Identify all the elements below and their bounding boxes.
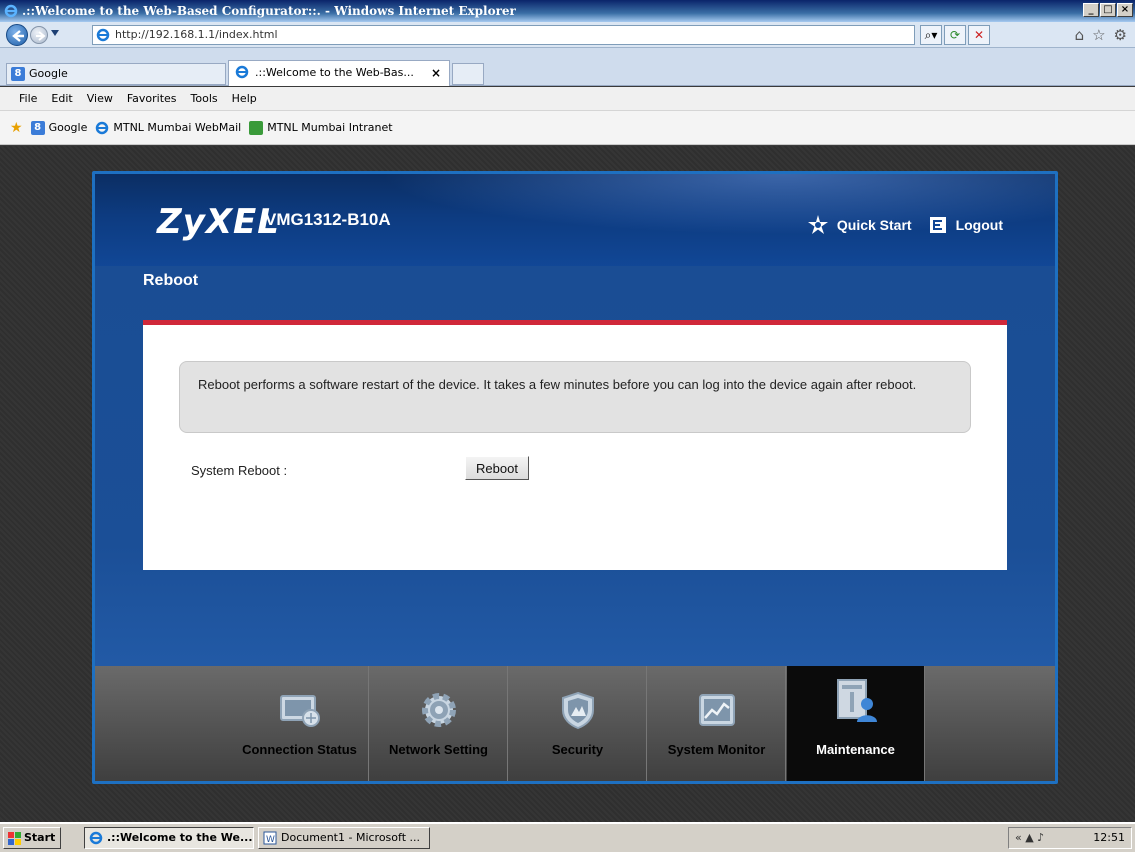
search-icon: ⌕▾ [924,27,938,42]
minimize-button[interactable]: _ [1083,3,1099,17]
page-title: Reboot [143,272,199,289]
dock-connection-status[interactable]: Connection Status [231,666,369,781]
window-title: .::Welcome to the Web-Based Configurator… [22,4,516,18]
back-button[interactable] [6,24,28,46]
ie-page-icon [96,121,109,134]
bottom-dock: Connection Status Network Setting Securi… [95,666,1055,781]
ie-page-icon [235,65,249,79]
dock-label: Maintenance [816,742,895,757]
tools-gear-icon[interactable]: ⚙ [1114,26,1127,44]
stop-icon: ✕ [973,28,985,42]
monitor-chart-icon [698,694,735,726]
forward-arrow-icon [36,31,46,41]
favorite-label: Google [48,121,88,134]
quick-start-icon [807,215,828,234]
logout-label: Logout [955,217,1003,233]
google-icon: 8 [30,120,45,135]
ie-logo-icon [4,4,18,18]
history-dropdown-icon[interactable] [51,30,59,36]
back-arrow-icon [12,30,24,42]
favorite-label: MTNL Mumbai WebMail [113,121,242,134]
tab-configurator[interactable]: .::Welcome to the Web-Bas... × [228,60,450,86]
add-favorite-icon[interactable]: ★ [10,120,23,136]
clock: 12:51 [1093,831,1125,844]
url-text: http://192.168.1.1/index.html [115,28,278,41]
tab-label: Google [29,67,68,80]
intranet-icon [249,120,264,135]
content-card: Reboot performs a software restart of th… [143,320,1007,570]
favorites-star-icon[interactable]: ☆ [1092,26,1105,44]
dock-label: System Monitor [667,742,766,757]
url-input[interactable]: http://192.168.1.1/index.html [92,25,915,45]
ie-page-icon [89,831,103,845]
gear-icon [421,693,456,727]
tab-google[interactable]: 8 Google [6,63,226,85]
new-tab-button[interactable] [452,63,484,85]
menu-favorites[interactable]: Favorites [120,92,184,105]
dock-label: Network Setting [389,742,488,757]
reboot-button[interactable]: Reboot [465,456,529,480]
quick-start-link[interactable]: Quick Start [807,214,912,236]
dock-label: Connection Status [242,742,357,757]
stop-button[interactable]: ✕ [968,25,990,45]
menu-tools[interactable]: Tools [184,92,225,105]
favorite-mtnl-intranet[interactable]: MTNL Mumbai Intranet [249,120,393,135]
window-titlebar: .::Welcome to the Web-Based Configurator… [0,0,1135,22]
google-icon: 8 [11,67,25,81]
dock-system-monitor[interactable]: System Monitor [648,666,786,781]
menu-file[interactable]: File [12,92,44,105]
dock-security[interactable]: Security [509,666,647,781]
taskbar-item-word[interactable]: W Document1 - Microsoft ... [258,827,430,849]
windows-flag-icon [8,832,21,845]
word-document-icon: W [263,831,277,845]
dock-network-setting[interactable]: Network Setting [370,666,508,781]
favorites-bar: ★ 8 Google MTNL Mumbai WebMail MTNL Mumb… [0,111,1135,145]
forward-button[interactable] [30,26,48,44]
tab-close-icon[interactable]: × [431,61,441,85]
taskbar-item-label: .::Welcome to the We... [107,831,253,844]
system-tray: « ▲ ♪ 12:51 [1008,827,1132,849]
tab-label: .::Welcome to the Web-Bas... [255,66,414,79]
tray-icons[interactable]: « ▲ ♪ [1015,828,1044,848]
menu-bar: File Edit View Favorites Tools Help [0,87,1135,111]
address-bar: http://192.168.1.1/index.html ⌕▾ ⟳ ✕ ⌂ ☆… [0,22,1135,48]
favorite-google[interactable]: 8 Google [30,120,88,135]
dock-maintenance[interactable]: Maintenance [787,666,925,781]
taskbar-item-ie[interactable]: .::Welcome to the We... [84,827,254,849]
system-reboot-label: System Reboot : [191,463,288,478]
connection-status-icon [279,695,320,727]
menu-help[interactable]: Help [225,92,264,105]
windows-taskbar: Start .::Welcome to the We... W Document… [0,822,1135,852]
refresh-button[interactable]: ⟳ [944,25,966,45]
maintenance-icon [836,679,877,722]
start-label: Start [24,831,56,844]
svg-text:W: W [266,835,275,845]
maximize-button[interactable]: □ [1100,3,1116,17]
home-icon[interactable]: ⌂ [1075,26,1085,44]
model-name: VMG1312-B10A [265,210,391,229]
router-configurator: ZyXEL VMG1312-B10A Quick Start Logout Re… [92,171,1058,784]
menu-edit[interactable]: Edit [44,92,79,105]
search-dropdown-button[interactable]: ⌕▾ [920,25,942,45]
start-button[interactable]: Start [3,827,61,849]
shield-icon [561,691,594,730]
quick-start-label: Quick Start [836,217,912,233]
zyxel-logo: ZyXEL [157,202,280,242]
reboot-notice: Reboot performs a software restart of th… [179,361,971,433]
ie-page-icon [96,28,110,42]
logout-icon [929,217,946,233]
favorite-label: MTNL Mumbai Intranet [267,121,393,134]
logout-link[interactable]: Logout [928,215,1003,235]
menu-view[interactable]: View [80,92,120,105]
dock-label: Security [551,742,604,757]
tab-strip-top [0,48,1135,62]
refresh-icon: ⟳ [949,28,961,42]
close-window-button[interactable]: × [1117,3,1133,17]
taskbar-item-label: Document1 - Microsoft ... [281,831,420,844]
favorite-mtnl-webmail[interactable]: MTNL Mumbai WebMail [95,121,241,135]
